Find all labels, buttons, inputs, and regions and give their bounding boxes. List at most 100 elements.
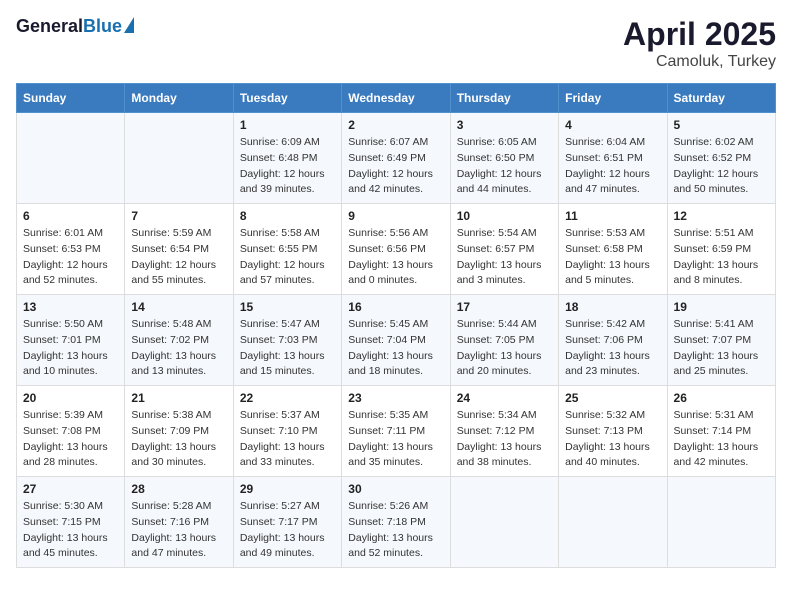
day-detail: Sunrise: 5:32 AM Sunset: 7:13 PM Dayligh… bbox=[565, 408, 660, 471]
calendar-cell: 24 Sunrise: 5:34 AM Sunset: 7:12 PM Dayli… bbox=[450, 386, 558, 477]
calendar-cell: 22Sunrise: 5:37 AM Sunset: 7:10 PM Dayli… bbox=[233, 386, 341, 477]
calendar-cell: 23Sunrise: 5:35 AM Sunset: 7:11 PM Dayli… bbox=[342, 386, 450, 477]
day-number: 16 bbox=[348, 300, 443, 314]
day-number: 2 bbox=[348, 118, 443, 132]
day-number: 29 bbox=[240, 482, 335, 496]
calendar-cell: 18 Sunrise: 5:42 AM Sunset: 7:06 PM Dayli… bbox=[559, 295, 667, 386]
day-detail: Sunrise: 5:41 AM Sunset: 7:07 PM Dayligh… bbox=[674, 317, 769, 380]
calendar-cell: 12 Sunrise: 5:51 AM Sunset: 6:59 PM Dayli… bbox=[667, 204, 775, 295]
logo-triangle-icon bbox=[124, 17, 134, 33]
day-detail: Sunrise: 5:42 AM Sunset: 7:06 PM Dayligh… bbox=[565, 317, 660, 380]
calendar-cell: 20 Sunrise: 5:39 AM Sunset: 7:08 PM Dayli… bbox=[17, 386, 125, 477]
calendar-cell: 28Sunrise: 5:28 AM Sunset: 7:16 PM Dayli… bbox=[125, 477, 233, 568]
weekday-header-tuesday: Tuesday bbox=[233, 84, 341, 113]
day-number: 18 bbox=[565, 300, 660, 314]
logo: General Blue bbox=[16, 16, 134, 37]
day-detail: Sunrise: 5:31 AM Sunset: 7:14 PM Dayligh… bbox=[674, 408, 769, 471]
weekday-header-thursday: Thursday bbox=[450, 84, 558, 113]
day-number: 13 bbox=[23, 300, 118, 314]
weekday-header-monday: Monday bbox=[125, 84, 233, 113]
calendar-cell: 25Sunrise: 5:32 AM Sunset: 7:13 PM Dayli… bbox=[559, 386, 667, 477]
calendar-cell: 7Sunrise: 5:59 AM Sunset: 6:54 PM Daylig… bbox=[125, 204, 233, 295]
day-detail: Sunrise: 5:27 AM Sunset: 7:17 PM Dayligh… bbox=[240, 499, 335, 562]
day-number: 26 bbox=[674, 391, 769, 405]
day-detail: Sunrise: 5:26 AM Sunset: 7:18 PM Dayligh… bbox=[348, 499, 443, 562]
calendar-cell bbox=[559, 477, 667, 568]
weekday-header-saturday: Saturday bbox=[667, 84, 775, 113]
calendar-cell: 1 Sunrise: 6:09 AM Sunset: 6:48 PM Daylig… bbox=[233, 113, 341, 204]
calendar-subtitle: Camoluk, Turkey bbox=[623, 53, 776, 71]
day-number: 24 bbox=[457, 391, 552, 405]
weekday-header-row: SundayMondayTuesdayWednesdayThursdayFrid… bbox=[17, 84, 776, 113]
day-detail: Sunrise: 5:56 AM Sunset: 6:56 PM Dayligh… bbox=[348, 226, 443, 289]
day-detail: Sunrise: 6:02 AM Sunset: 6:52 PM Dayligh… bbox=[674, 135, 769, 198]
day-detail: Sunrise: 5:39 AM Sunset: 7:08 PM Dayligh… bbox=[23, 408, 118, 471]
day-number: 28 bbox=[131, 482, 226, 496]
calendar-cell: 10Sunrise: 5:54 AM Sunset: 6:57 PM Dayli… bbox=[450, 204, 558, 295]
weekday-header-sunday: Sunday bbox=[17, 84, 125, 113]
calendar-cell: 19 Sunrise: 5:41 AM Sunset: 7:07 PM Dayli… bbox=[667, 295, 775, 386]
day-number: 19 bbox=[674, 300, 769, 314]
calendar-cell: 4Sunrise: 6:04 AM Sunset: 6:51 PM Daylig… bbox=[559, 113, 667, 204]
calendar-cell bbox=[125, 113, 233, 204]
day-detail: Sunrise: 5:48 AM Sunset: 7:02 PM Dayligh… bbox=[131, 317, 226, 380]
day-detail: Sunrise: 6:01 AM Sunset: 6:53 PM Dayligh… bbox=[23, 226, 118, 289]
day-number: 3 bbox=[457, 118, 552, 132]
day-number: 17 bbox=[457, 300, 552, 314]
calendar-week-row: 13 Sunrise: 5:50 AM Sunset: 7:01 PM Dayli… bbox=[17, 295, 776, 386]
calendar-cell: 14Sunrise: 5:48 AM Sunset: 7:02 PM Dayli… bbox=[125, 295, 233, 386]
calendar-cell: 8 Sunrise: 5:58 AM Sunset: 6:55 PM Daylig… bbox=[233, 204, 341, 295]
calendar-cell: 5Sunrise: 6:02 AM Sunset: 6:52 PM Daylig… bbox=[667, 113, 775, 204]
calendar-week-row: 20 Sunrise: 5:39 AM Sunset: 7:08 PM Dayli… bbox=[17, 386, 776, 477]
day-detail: Sunrise: 5:51 AM Sunset: 6:59 PM Dayligh… bbox=[674, 226, 769, 289]
calendar-cell: 2Sunrise: 6:07 AM Sunset: 6:49 PM Daylig… bbox=[342, 113, 450, 204]
logo-blue-text: Blue bbox=[83, 16, 122, 37]
weekday-header-friday: Friday bbox=[559, 84, 667, 113]
calendar-table: SundayMondayTuesdayWednesdayThursdayFrid… bbox=[16, 83, 776, 568]
calendar-week-row: 1 Sunrise: 6:09 AM Sunset: 6:48 PM Daylig… bbox=[17, 113, 776, 204]
day-number: 9 bbox=[348, 209, 443, 223]
day-detail: Sunrise: 5:50 AM Sunset: 7:01 PM Dayligh… bbox=[23, 317, 118, 380]
day-detail: Sunrise: 5:34 AM Sunset: 7:12 PM Dayligh… bbox=[457, 408, 552, 471]
calendar-cell bbox=[450, 477, 558, 568]
calendar-cell: 11Sunrise: 5:53 AM Sunset: 6:58 PM Dayli… bbox=[559, 204, 667, 295]
day-number: 11 bbox=[565, 209, 660, 223]
day-detail: Sunrise: 6:09 AM Sunset: 6:48 PM Dayligh… bbox=[240, 135, 335, 198]
day-detail: Sunrise: 5:44 AM Sunset: 7:05 PM Dayligh… bbox=[457, 317, 552, 380]
calendar-cell: 29 Sunrise: 5:27 AM Sunset: 7:17 PM Dayli… bbox=[233, 477, 341, 568]
title-block: April 2025 Camoluk, Turkey bbox=[623, 16, 776, 71]
calendar-cell: 26 Sunrise: 5:31 AM Sunset: 7:14 PM Dayli… bbox=[667, 386, 775, 477]
day-detail: Sunrise: 6:05 AM Sunset: 6:50 PM Dayligh… bbox=[457, 135, 552, 198]
day-number: 10 bbox=[457, 209, 552, 223]
calendar-cell: 16 Sunrise: 5:45 AM Sunset: 7:04 PM Dayli… bbox=[342, 295, 450, 386]
calendar-cell: 15 Sunrise: 5:47 AM Sunset: 7:03 PM Dayli… bbox=[233, 295, 341, 386]
day-number: 30 bbox=[348, 482, 443, 496]
logo-general-text: General bbox=[16, 16, 83, 37]
calendar-cell: 9 Sunrise: 5:56 AM Sunset: 6:56 PM Daylig… bbox=[342, 204, 450, 295]
calendar-cell bbox=[667, 477, 775, 568]
day-detail: Sunrise: 5:45 AM Sunset: 7:04 PM Dayligh… bbox=[348, 317, 443, 380]
day-detail: Sunrise: 5:38 AM Sunset: 7:09 PM Dayligh… bbox=[131, 408, 226, 471]
day-number: 20 bbox=[23, 391, 118, 405]
calendar-week-row: 27 Sunrise: 5:30 AM Sunset: 7:15 PM Dayli… bbox=[17, 477, 776, 568]
calendar-cell: 3 Sunrise: 6:05 AM Sunset: 6:50 PM Daylig… bbox=[450, 113, 558, 204]
day-number: 15 bbox=[240, 300, 335, 314]
calendar-week-row: 6 Sunrise: 6:01 AM Sunset: 6:53 PM Daylig… bbox=[17, 204, 776, 295]
calendar-cell: 30 Sunrise: 5:26 AM Sunset: 7:18 PM Dayli… bbox=[342, 477, 450, 568]
calendar-cell: 13 Sunrise: 5:50 AM Sunset: 7:01 PM Dayli… bbox=[17, 295, 125, 386]
day-detail: Sunrise: 6:04 AM Sunset: 6:51 PM Dayligh… bbox=[565, 135, 660, 198]
day-detail: Sunrise: 5:30 AM Sunset: 7:15 PM Dayligh… bbox=[23, 499, 118, 562]
day-number: 6 bbox=[23, 209, 118, 223]
day-detail: Sunrise: 5:47 AM Sunset: 7:03 PM Dayligh… bbox=[240, 317, 335, 380]
day-detail: Sunrise: 5:58 AM Sunset: 6:55 PM Dayligh… bbox=[240, 226, 335, 289]
day-number: 12 bbox=[674, 209, 769, 223]
day-number: 27 bbox=[23, 482, 118, 496]
day-number: 1 bbox=[240, 118, 335, 132]
day-detail: Sunrise: 5:35 AM Sunset: 7:11 PM Dayligh… bbox=[348, 408, 443, 471]
weekday-header-wednesday: Wednesday bbox=[342, 84, 450, 113]
day-detail: Sunrise: 5:37 AM Sunset: 7:10 PM Dayligh… bbox=[240, 408, 335, 471]
day-number: 7 bbox=[131, 209, 226, 223]
calendar-cell: 6 Sunrise: 6:01 AM Sunset: 6:53 PM Daylig… bbox=[17, 204, 125, 295]
day-number: 8 bbox=[240, 209, 335, 223]
page-header: General Blue April 2025 Camoluk, Turkey bbox=[16, 16, 776, 71]
